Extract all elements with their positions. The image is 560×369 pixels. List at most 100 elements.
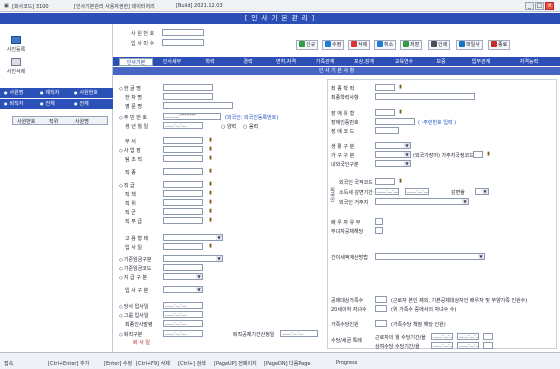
disability-type-input[interactable] <box>375 109 395 116</box>
simple-tax-select[interactable] <box>375 253 485 260</box>
print-button[interactable]: 인쇄 <box>428 40 451 50</box>
filter-employee-name[interactable]: 사원명 <box>4 88 24 98</box>
company-entry-date-input[interactable]: ____-__-__ <box>163 302 203 309</box>
wage-code-input[interactable] <box>163 264 203 271</box>
wage-type-select[interactable] <box>163 255 223 262</box>
worker-allowance-from-input[interactable]: ____-__-__ <box>431 333 453 340</box>
grid-col-position[interactable]: 직위 <box>49 118 58 125</box>
photo-delete-button[interactable]: 사진삭제 <box>4 58 28 75</box>
employee-no-input[interactable] <box>162 29 204 36</box>
edit-button[interactable]: 수정 <box>322 40 345 50</box>
employment-type-select[interactable] <box>163 234 223 241</box>
filter-employee-no[interactable]: 사원번호 <box>74 88 98 98</box>
tab-family[interactable]: 가족관계 <box>307 58 343 66</box>
foreign-residence-select[interactable] <box>375 198 469 205</box>
maximize-button[interactable]: □ <box>535 2 544 10</box>
tax-reduction-from-input[interactable]: ____-__-__ <box>375 188 399 195</box>
grid-col-employee-name[interactable]: 사원명 <box>75 118 89 125</box>
final-education-lookup-icon[interactable]: ▮ <box>398 84 403 90</box>
group-entry-date-input[interactable]: ____-__-__ <box>163 311 203 318</box>
worker-allowance-to-input[interactable]: ____-__-__ <box>457 333 479 340</box>
file-button[interactable]: 파일사 <box>456 40 483 50</box>
photo-register-button[interactable]: 사진등록 <box>4 36 28 53</box>
tab-education[interactable]: 학력 <box>193 58 227 66</box>
new-button[interactable]: 신규 <box>296 40 319 50</box>
tab-detail[interactable]: 인사세부 <box>155 58 189 66</box>
department-input[interactable] <box>163 137 203 144</box>
minimize-button[interactable]: _ <box>525 2 534 10</box>
cancel-button[interactable]: 취소 <box>374 40 397 50</box>
tab-guarantee[interactable]: 보증 <box>425 58 457 66</box>
domestic-foreign-select[interactable] <box>375 160 411 167</box>
dependents-input[interactable] <box>375 296 387 303</box>
lunar-radio[interactable]: ○ 음력 <box>243 123 258 130</box>
bonus-allowance-to-input[interactable]: ____-__-__ <box>457 342 479 349</box>
position-lookup-icon[interactable]: ▮ <box>208 199 213 205</box>
final-education-input[interactable] <box>375 84 395 91</box>
bonus-allowance-from-input[interactable]: ____-__-__ <box>431 342 453 349</box>
tab-reward[interactable]: 포상,징계 <box>345 58 383 66</box>
foreign-nationality-lookup-icon[interactable]: ▮ <box>398 178 403 184</box>
birth-date-input[interactable]: ____-__-__ <box>163 122 203 129</box>
disability-type-lookup-icon[interactable]: ▮ <box>398 109 403 115</box>
job-group-lookup-icon[interactable]: ▮ <box>208 208 213 214</box>
position-input[interactable] <box>163 199 203 206</box>
close-button[interactable]: × <box>545 2 554 10</box>
tax-reduction-to-input[interactable]: ____-__-__ <box>405 188 429 195</box>
duty-grade-lookup-icon[interactable]: ▮ <box>208 217 213 223</box>
filter-all-1[interactable]: 전체 <box>40 99 55 109</box>
save-button[interactable]: 저장 <box>400 40 423 50</box>
workplace-input[interactable] <box>163 146 203 153</box>
pay-type-select[interactable] <box>163 273 203 280</box>
grid-col-employee-no[interactable]: 사원번호 <box>17 118 35 125</box>
duty-lookup-icon[interactable]: ▮ <box>208 190 213 196</box>
exit-button[interactable]: 종료 <box>488 40 511 50</box>
disability-code-input[interactable] <box>375 127 399 134</box>
tab-ability[interactable]: 자격능력 <box>505 58 553 66</box>
tab-career[interactable]: 경력 <box>231 58 265 66</box>
duty-grade-input[interactable] <box>163 217 203 224</box>
entry-date-lookup-icon[interactable]: ▮ <box>208 243 213 249</box>
female-head-checkbox[interactable] <box>375 227 383 234</box>
department-lookup-icon[interactable]: ▮ <box>208 137 213 143</box>
tab-license[interactable]: 면허,자격 <box>267 58 305 66</box>
tab-work[interactable]: 업무관계 <box>461 58 501 66</box>
delete-button[interactable]: 삭제 <box>348 40 371 50</box>
children-input[interactable] <box>375 305 387 312</box>
worker-allowance-count-input[interactable] <box>483 333 493 340</box>
job-type-input[interactable] <box>163 168 203 175</box>
retirement-type-input[interactable]: ____-__-__ <box>163 330 203 337</box>
entry-date-input[interactable] <box>163 243 203 250</box>
korean-name-input[interactable] <box>163 84 213 91</box>
team-lookup-icon[interactable]: ▮ <box>208 155 213 161</box>
hire-date-input[interactable] <box>162 39 204 46</box>
household-type-select[interactable] <box>375 151 411 158</box>
bonus-allowance-count-input[interactable] <box>483 342 493 349</box>
last-appointment-input[interactable]: ____-__-__ <box>163 320 203 327</box>
reduction-rate-select[interactable] <box>475 188 489 195</box>
filter-all-2[interactable]: 전체 <box>74 99 89 109</box>
hanja-name-input[interactable] <box>163 93 213 100</box>
entry-type-select[interactable] <box>163 286 203 293</box>
tab-training[interactable]: 교육연수 <box>385 58 423 66</box>
living-type-select[interactable] <box>375 142 411 149</box>
grade-lookup-icon[interactable]: ▮ <box>208 181 213 187</box>
retirement-deduction-input[interactable]: ____-__-__ <box>280 330 318 337</box>
foreign-nationality-input[interactable] <box>375 178 395 185</box>
duty-input[interactable] <box>163 190 203 197</box>
job-group-input[interactable] <box>163 208 203 215</box>
job-type-lookup-icon[interactable]: ▮ <box>208 168 213 174</box>
team-input[interactable] <box>163 155 203 162</box>
resident-no-input[interactable]: ______-******* <box>163 113 221 120</box>
disability-no-input[interactable] <box>375 118 415 125</box>
grade-input[interactable] <box>163 181 203 188</box>
family-allowance-input[interactable] <box>375 320 387 327</box>
filter-active[interactable]: 재직자 <box>40 88 60 98</box>
household-country-lookup-icon[interactable]: ▮ <box>486 151 491 157</box>
tab-basic[interactable]: 인사기본 <box>119 58 153 66</box>
spouse-checkbox[interactable] <box>375 218 383 225</box>
workplace-lookup-icon[interactable]: ▮ <box>208 146 213 152</box>
final-education-detail-input[interactable] <box>375 93 475 100</box>
english-name-input[interactable] <box>163 102 233 109</box>
household-country-input[interactable] <box>473 151 483 158</box>
